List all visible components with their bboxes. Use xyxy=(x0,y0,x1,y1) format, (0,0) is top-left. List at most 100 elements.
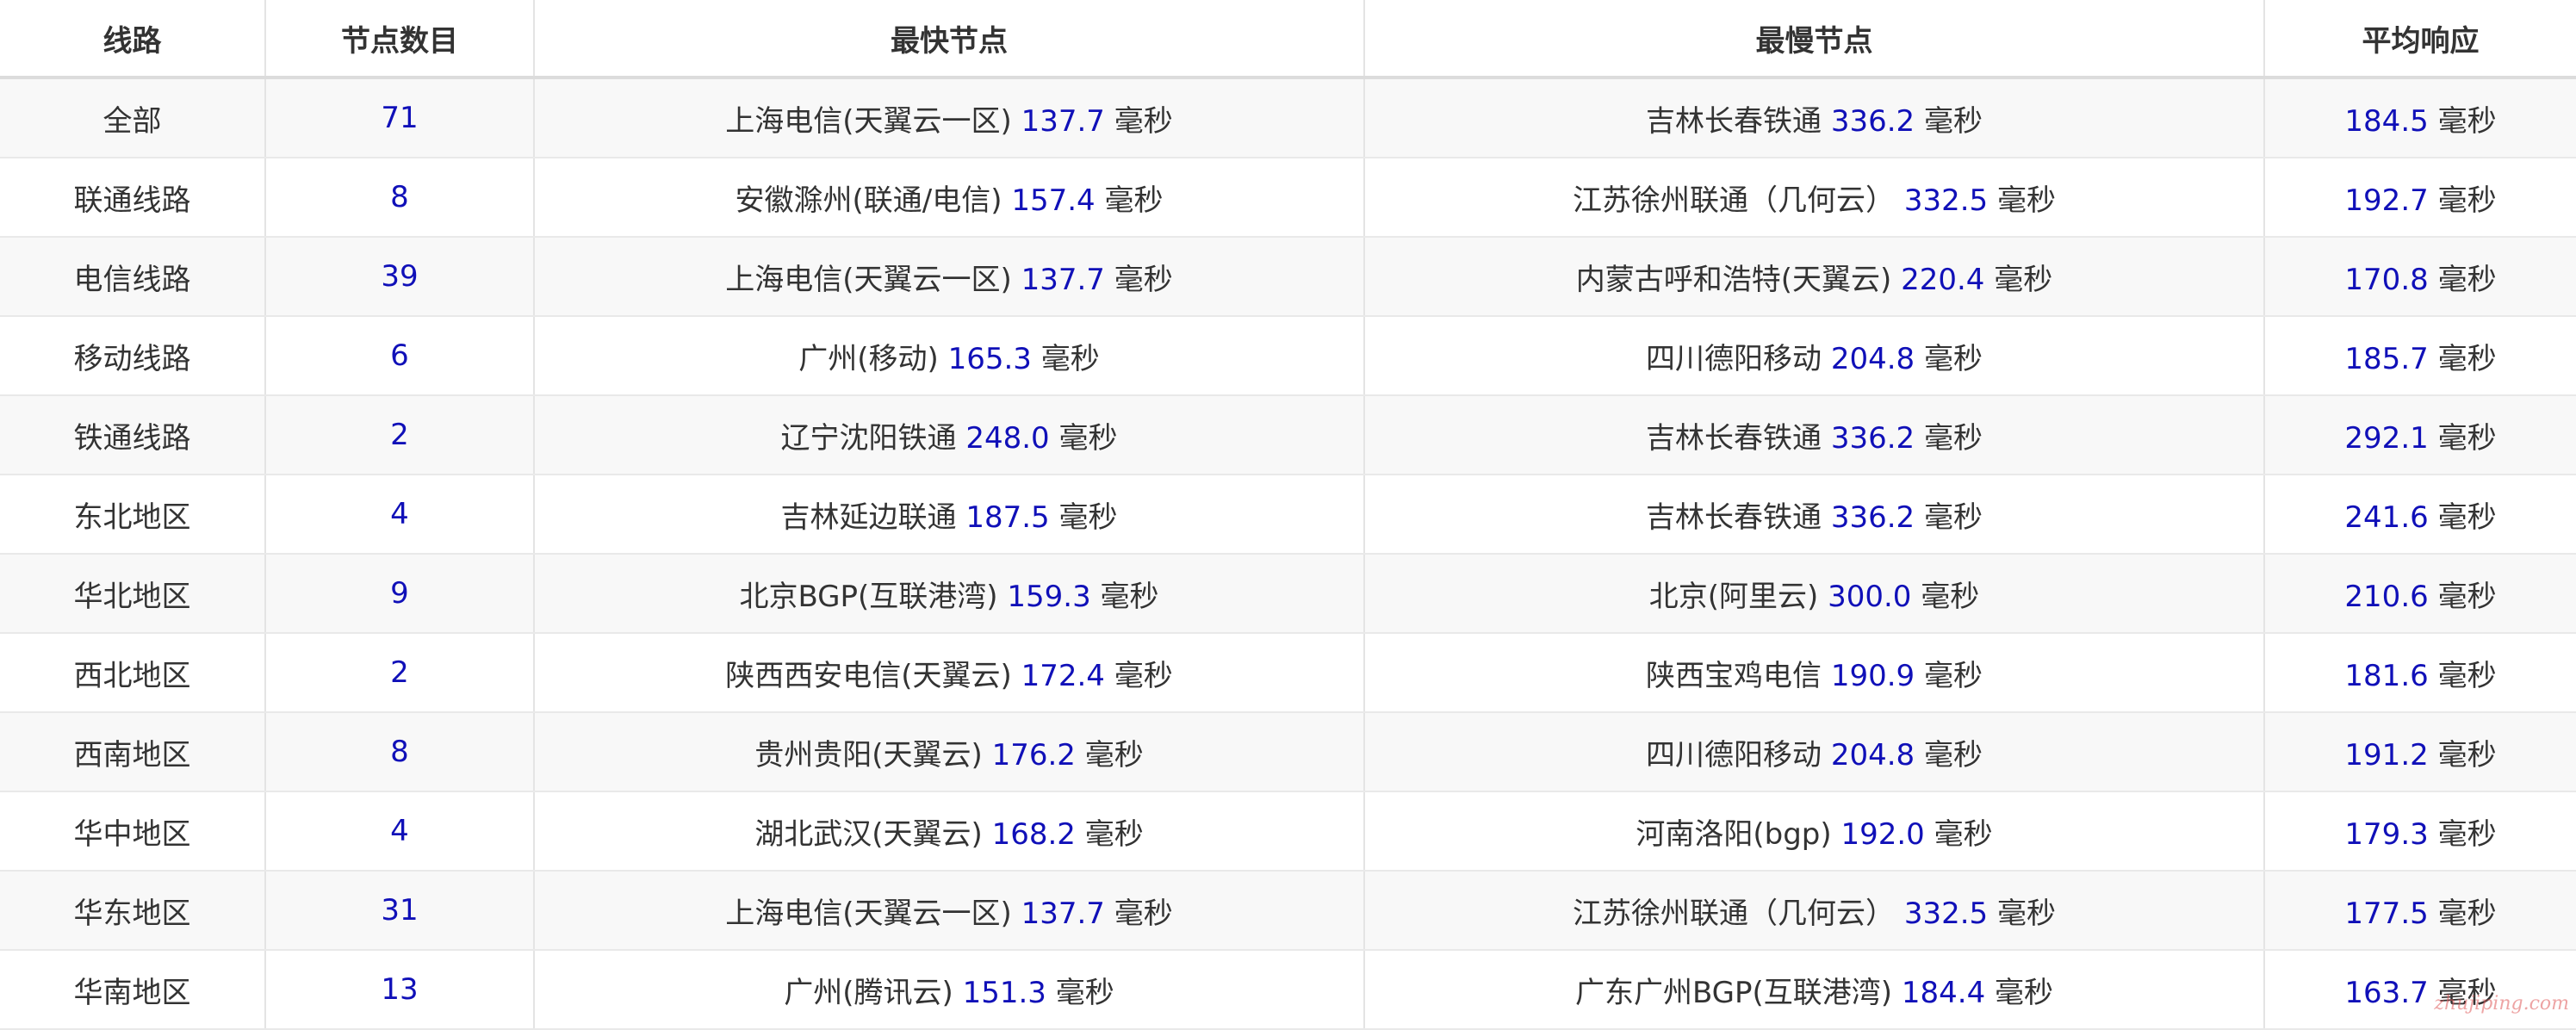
cell-slowest-node: 河南洛阳(bgp) 192.0 毫秒 xyxy=(1363,791,2264,872)
slowest-node-name: 四川德阳移动 xyxy=(1646,737,1822,772)
average-ms: 185.7 xyxy=(2344,341,2429,376)
fastest-node-ms: 137.7 xyxy=(1021,103,1105,139)
slowest-node-ms: 300.0 xyxy=(1828,579,1912,614)
fastest-node-ms: 248.0 xyxy=(965,420,1050,456)
header-fastest-node: 最快节点 xyxy=(533,0,1364,79)
cell-average-response: 177.5 毫秒 xyxy=(2263,871,2576,951)
unit-label: 毫秒 xyxy=(2437,816,2497,852)
unit-label: 毫秒 xyxy=(1995,975,2054,1010)
unit-label: 毫秒 xyxy=(1994,262,2053,297)
cell-node-count: 2 xyxy=(264,395,534,475)
line-name: 移动线路 xyxy=(73,341,191,376)
slowest-node-ms: 220.4 xyxy=(1901,262,1985,297)
fastest-node-name: 北京BGP(互联港湾) xyxy=(739,579,998,614)
slowest-node-name: 吉林长春铁通 xyxy=(1646,499,1822,535)
slowest-node-ms: 336.2 xyxy=(1830,420,1915,456)
slowest-node-ms: 192.0 xyxy=(1840,816,1925,852)
fastest-node-ms: 176.2 xyxy=(991,737,1076,772)
ping-results-table: 线路 节点数目 最快节点 最慢节点 平均响应 全部 71 上海电信(天翼云一区) 1… xyxy=(0,0,2576,1030)
node-count: 71 xyxy=(381,101,419,135)
line-name: 西北地区 xyxy=(73,658,191,693)
slowest-node-name: 江苏徐州联通（几何云） xyxy=(1573,896,1896,931)
fastest-node-ms: 137.7 xyxy=(1021,262,1105,297)
cell-average-response: 179.3 毫秒 xyxy=(2263,791,2576,872)
unit-label: 毫秒 xyxy=(1084,816,1144,852)
cell-average-response: 292.1 毫秒 xyxy=(2263,395,2576,475)
cell-slowest-node: 广东广州BGP(互联港湾) 184.4 毫秒 xyxy=(1363,950,2264,1030)
average-ms: 191.2 xyxy=(2344,737,2429,772)
node-count: 39 xyxy=(381,259,419,294)
unit-label: 毫秒 xyxy=(1923,420,1983,456)
line-name: 华北地区 xyxy=(73,579,191,614)
unit-label: 毫秒 xyxy=(1114,103,1173,139)
line-name: 联通线路 xyxy=(73,183,191,218)
cell-line: 移动线路 xyxy=(0,316,265,396)
slowest-node-name: 陕西宝鸡电信 xyxy=(1646,658,1822,693)
unit-label: 毫秒 xyxy=(2437,737,2497,772)
header-line: 线路 xyxy=(0,0,265,79)
fastest-node-name: 陕西西安电信(天翼云) xyxy=(725,658,1012,693)
line-name: 东北地区 xyxy=(73,499,191,535)
slowest-node-name: 北京(阿里云) xyxy=(1648,579,1819,614)
line-name: 华东地区 xyxy=(73,896,191,931)
slowest-node-name: 四川德阳移动 xyxy=(1646,341,1822,376)
table-body: 全部 71 上海电信(天翼云一区) 137.7 毫秒 吉林长春铁通 336.2 毫秒 1… xyxy=(0,78,2576,1030)
fastest-node-name: 广州(移动) xyxy=(798,341,939,376)
slowest-node-ms: 204.8 xyxy=(1830,341,1915,376)
unit-label: 毫秒 xyxy=(2437,341,2497,376)
cell-fastest-node: 陕西西安电信(天翼云) 172.4 毫秒 xyxy=(533,633,1364,713)
fastest-node-name: 上海电信(天翼云一区) xyxy=(725,103,1012,139)
fastest-node-name: 贵州贵阳(天翼云) xyxy=(754,737,983,772)
fastest-node-name: 上海电信(天翼云一区) xyxy=(725,262,1012,297)
unit-label: 毫秒 xyxy=(1923,341,1983,376)
cell-average-response: 210.6 毫秒 xyxy=(2263,554,2576,634)
unit-label: 毫秒 xyxy=(1934,816,1993,852)
average-ms: 210.6 xyxy=(2344,579,2429,614)
unit-label: 毫秒 xyxy=(1040,341,1100,376)
average-ms: 181.6 xyxy=(2344,658,2429,693)
unit-label: 毫秒 xyxy=(1923,499,1983,535)
fastest-node-name: 上海电信(天翼云一区) xyxy=(725,896,1012,931)
cell-node-count: 6 xyxy=(264,316,534,396)
cell-average-response: 191.2 毫秒 xyxy=(2263,712,2576,792)
fastest-node-name: 广州(腾讯云) xyxy=(784,975,953,1010)
table-row: 联通线路 8 安徽滁州(联通/电信) 157.4 毫秒 江苏徐州联通（几何云） 332… xyxy=(0,158,2576,238)
cell-line: 西北地区 xyxy=(0,633,265,713)
cell-node-count: 71 xyxy=(264,78,534,158)
cell-line: 铁通线路 xyxy=(0,395,265,475)
cell-fastest-node: 吉林延边联通 187.5 毫秒 xyxy=(533,475,1364,555)
unit-label: 毫秒 xyxy=(1923,658,1983,693)
cell-line: 华中地区 xyxy=(0,791,265,872)
cell-slowest-node: 四川德阳移动 204.8 毫秒 xyxy=(1363,316,2264,396)
line-name: 铁通线路 xyxy=(73,420,191,456)
cell-slowest-node: 陕西宝鸡电信 190.9 毫秒 xyxy=(1363,633,2264,713)
cell-fastest-node: 广州(移动) 165.3 毫秒 xyxy=(533,316,1364,396)
header-average-response: 平均响应 xyxy=(2263,0,2576,79)
cell-average-response: 184.5 毫秒 xyxy=(2263,78,2576,158)
unit-label: 毫秒 xyxy=(2437,658,2497,693)
cell-fastest-node: 上海电信(天翼云一区) 137.7 毫秒 xyxy=(533,237,1364,317)
cell-node-count: 8 xyxy=(264,712,534,792)
node-count: 13 xyxy=(381,972,419,1007)
cell-line: 联通线路 xyxy=(0,158,265,238)
unit-label: 毫秒 xyxy=(1055,975,1114,1010)
fastest-node-ms: 187.5 xyxy=(965,499,1050,535)
unit-label: 毫秒 xyxy=(1996,183,2056,218)
unit-label: 毫秒 xyxy=(1921,579,1980,614)
fastest-node-name: 湖北武汉(天翼云) xyxy=(754,816,983,852)
table-row: 西北地区 2 陕西西安电信(天翼云) 172.4 毫秒 陕西宝鸡电信 190.9 毫秒… xyxy=(0,633,2576,713)
cell-node-count: 4 xyxy=(264,791,534,872)
average-ms: 170.8 xyxy=(2344,262,2429,297)
slowest-node-name: 广东广州BGP(互联港湾) xyxy=(1574,975,1893,1010)
line-name: 华中地区 xyxy=(73,816,191,852)
unit-label: 毫秒 xyxy=(2437,896,2497,931)
fastest-node-ms: 168.2 xyxy=(991,816,1076,852)
cell-slowest-node: 北京(阿里云) 300.0 毫秒 xyxy=(1363,554,2264,634)
slowest-node-name: 吉林长春铁通 xyxy=(1646,420,1822,456)
average-ms: 179.3 xyxy=(2344,816,2429,852)
fastest-node-ms: 165.3 xyxy=(947,341,1032,376)
unit-label: 毫秒 xyxy=(1114,896,1173,931)
cell-slowest-node: 吉林长春铁通 336.2 毫秒 xyxy=(1363,78,2264,158)
table-row: 电信线路 39 上海电信(天翼云一区) 137.7 毫秒 内蒙古呼和浩特(天翼云) 2… xyxy=(0,237,2576,317)
slowest-node-name: 内蒙古呼和浩特(天翼云) xyxy=(1575,262,1892,297)
